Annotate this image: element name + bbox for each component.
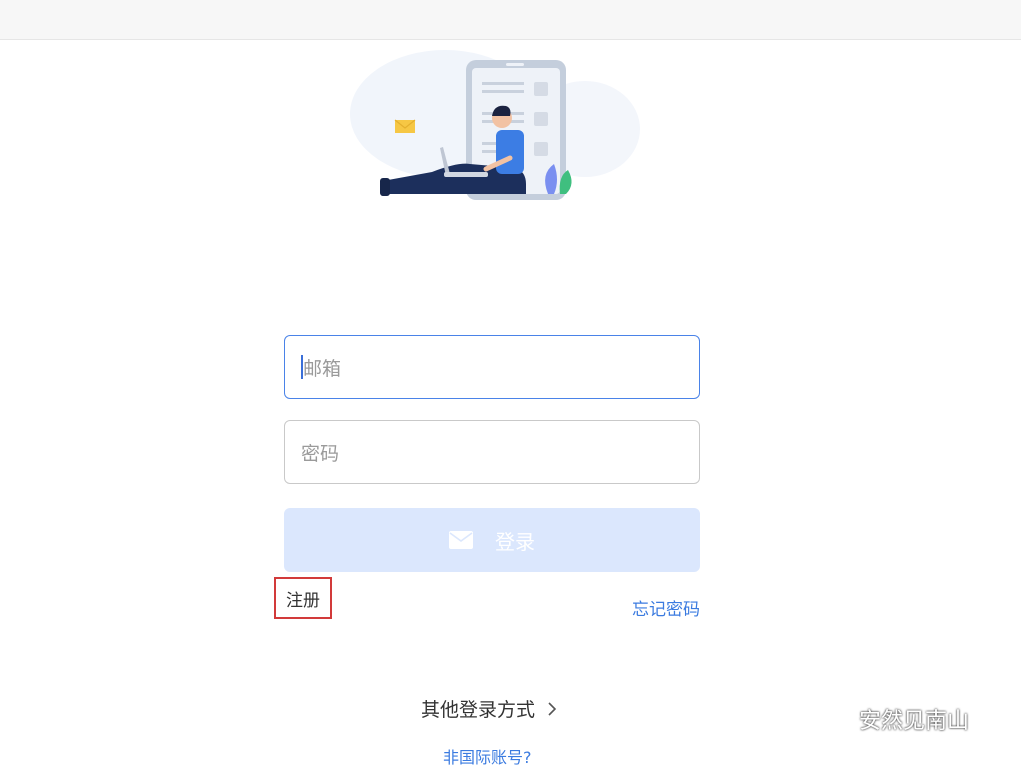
other-login-methods[interactable]: 其他登录方式 [421,695,557,722]
wechat-icon [815,706,851,732]
register-label: 注册 [286,590,320,611]
watermark: 安然见南山 [815,703,969,735]
password-field[interactable]: 密码 [284,420,700,484]
password-placeholder: 密码 [301,442,340,465]
envelope-icon [449,531,473,549]
login-illustration [340,44,650,204]
register-link[interactable]: 注册 [274,577,332,619]
email-placeholder: 邮箱 [303,357,342,380]
watermark-text: 安然见南山 [859,709,970,734]
login-button[interactable]: 登录 [284,508,700,572]
top-bar [0,0,1021,40]
login-button-label: 登录 [495,529,535,554]
non-international-account-link[interactable]: 非国际账号? [443,744,532,768]
other-login-label: 其他登录方式 [421,699,536,721]
chevron-right-icon [547,701,557,717]
email-field[interactable]: 邮箱 [284,335,700,399]
forgot-password-link[interactable]: 忘记密码 [600,595,700,620]
